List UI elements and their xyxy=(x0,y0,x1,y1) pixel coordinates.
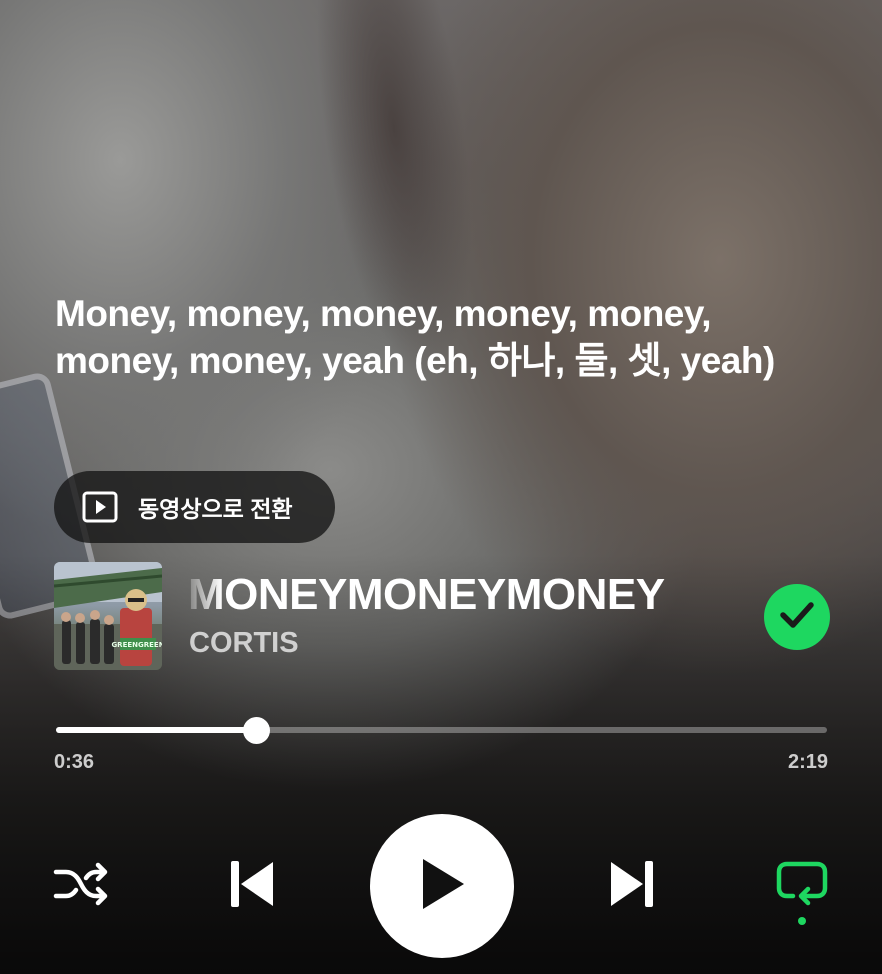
track-title[interactable]: MONEYMONEYMONEY xyxy=(188,570,716,620)
lyrics-line: Money, money, money, money, money, xyxy=(55,293,712,334)
artist-name[interactable]: CORTIS xyxy=(189,627,299,660)
next-button[interactable] xyxy=(604,857,660,915)
progress-bar[interactable] xyxy=(56,717,827,744)
liked-button[interactable] xyxy=(764,584,830,650)
shuffle-button[interactable] xyxy=(50,858,112,914)
lyrics: Money, money, money, money, money, money… xyxy=(55,290,845,384)
elapsed-time: 0:36 xyxy=(54,751,95,773)
progress-fill xyxy=(56,727,257,733)
play-icon xyxy=(417,856,467,917)
previous-button[interactable] xyxy=(224,857,280,915)
lyrics-line: money, money, yeah (eh, 하나, 둘, 셋, yeah) xyxy=(55,340,775,381)
repeat-button[interactable] xyxy=(772,860,832,930)
skip-next-icon xyxy=(609,859,655,914)
shuffle-icon xyxy=(52,860,110,913)
play-button[interactable] xyxy=(370,814,514,958)
album-art-text: GREENGREEN xyxy=(111,641,162,649)
check-icon xyxy=(779,600,815,635)
switch-to-video-label: 동영상으로 전환 xyxy=(138,496,293,522)
switch-to-video-button[interactable]: 동영상으로 전환 xyxy=(54,471,335,543)
total-duration: 2:19 xyxy=(787,751,828,773)
album-art[interactable]: GREENGREEN xyxy=(54,562,162,670)
repeat-icon xyxy=(775,860,829,911)
repeat-active-indicator xyxy=(798,917,806,925)
video-play-icon xyxy=(82,489,118,525)
skip-previous-icon xyxy=(229,859,275,914)
